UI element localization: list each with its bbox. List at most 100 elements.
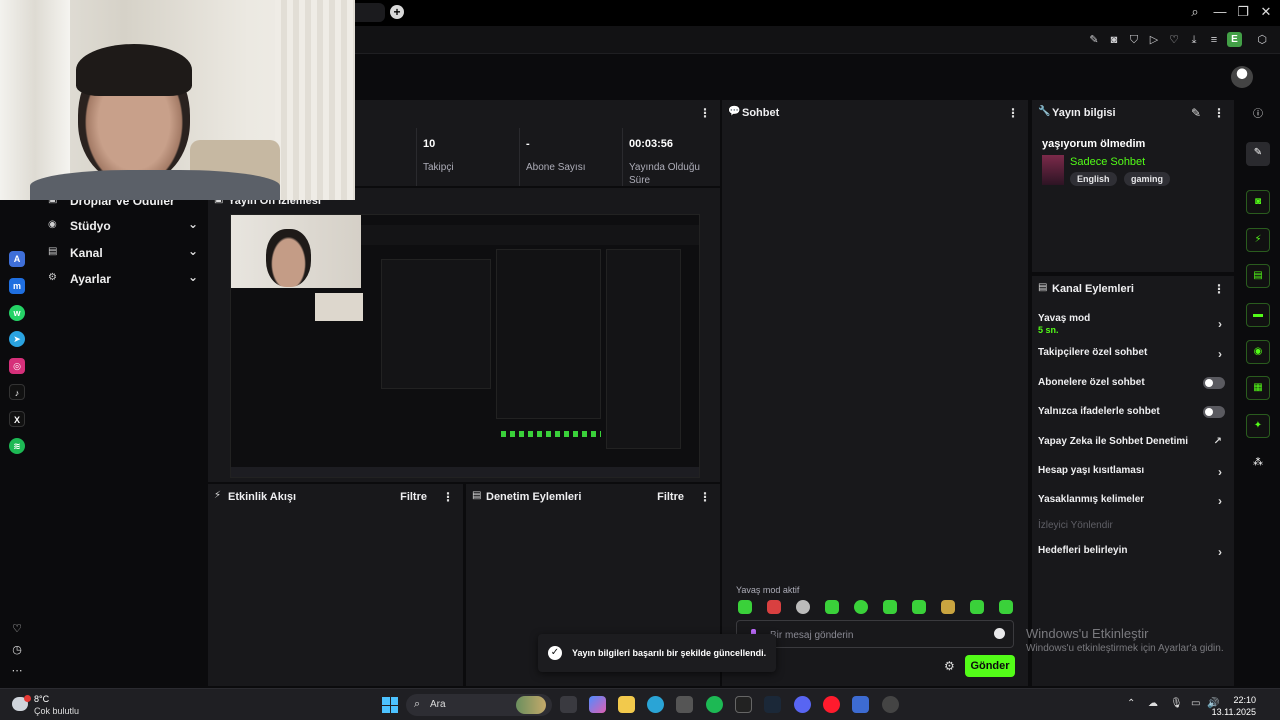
- nav-item-channel[interactable]: ▤ Kanal ⌄: [48, 244, 198, 264]
- profile-avatar[interactable]: E: [1227, 32, 1242, 47]
- app-icon[interactable]: [852, 696, 869, 713]
- subscribers-only-toggle[interactable]: [1203, 377, 1225, 389]
- nav-item-studio[interactable]: ◉ Stüdyo ⌄: [48, 217, 198, 237]
- close-button[interactable]: ✕: [1257, 4, 1275, 20]
- tiktok-icon[interactable]: ♪: [9, 384, 25, 400]
- new-tab-button[interactable]: +: [390, 5, 404, 19]
- search-icon[interactable]: ⌕: [1186, 4, 1204, 20]
- emote-icon[interactable]: [796, 600, 810, 614]
- filter-button[interactable]: Filtre: [657, 491, 684, 503]
- panel-menu-icon[interactable]: ⋮: [699, 106, 711, 120]
- chat-message-input[interactable]: Bir mesaj gönderin: [736, 620, 1014, 648]
- panel-title: Etkinlik Akışı: [228, 491, 297, 503]
- discord-icon[interactable]: [794, 696, 811, 713]
- store-icon[interactable]: [676, 696, 693, 713]
- emote-icon[interactable]: [941, 600, 955, 614]
- edit-icon[interactable]: ✎: [1086, 32, 1102, 48]
- emote-icon[interactable]: [970, 600, 984, 614]
- account-age-action[interactable]: Hesap yaşı kısıtlaması ›: [1038, 465, 1228, 479]
- messenger-icon[interactable]: m: [9, 278, 25, 294]
- edit-icon[interactable]: ✎: [1191, 106, 1201, 120]
- history-icon[interactable]: ◷: [10, 643, 24, 656]
- more-icon[interactable]: ⋯: [10, 664, 24, 677]
- taskbar-search[interactable]: ⌕ Ara: [406, 694, 552, 716]
- emotes-only-toggle[interactable]: [1203, 406, 1225, 418]
- x-icon[interactable]: X: [9, 411, 25, 427]
- stream-preview-panel: ▣ Yayın Ön İzlemesi: [208, 188, 720, 482]
- nav-item-settings[interactable]: ⚙ Ayarlar ⌄: [48, 270, 198, 290]
- obs-icon[interactable]: [882, 696, 899, 713]
- emote-icon[interactable]: [912, 600, 926, 614]
- microphone-icon[interactable]: 🎙: [1170, 698, 1183, 709]
- app-store-icon[interactable]: A: [9, 251, 25, 267]
- menu-icon[interactable]: ≡: [1206, 32, 1222, 48]
- chat-icon[interactable]: ▬: [1246, 303, 1270, 327]
- panel-menu-icon[interactable]: ⋮: [1213, 106, 1225, 120]
- ai-moderation-action[interactable]: Yapay Zeka ile Sohbet Denetimi ↗: [1038, 436, 1228, 447]
- stream-preview-video[interactable]: [230, 214, 700, 478]
- emote-icon[interactable]: [999, 600, 1013, 614]
- extensions-icon[interactable]: ⬡: [1254, 32, 1270, 48]
- followers-only-action[interactable]: Takipçilere özel sohbet ›: [1038, 347, 1228, 361]
- instagram-icon[interactable]: ◎: [9, 358, 25, 374]
- chevron-right-icon: ›: [1218, 545, 1222, 559]
- display-icon[interactable]: ▭: [1191, 698, 1200, 709]
- stream-category[interactable]: Sadece Sohbet: [1070, 156, 1145, 168]
- telegram-icon[interactable]: ➤: [9, 331, 25, 347]
- set-goals-action[interactable]: Hedefleri belirleyin ›: [1038, 545, 1228, 559]
- cloud-icon[interactable]: ☁: [1148, 698, 1158, 709]
- shield-icon[interactable]: ⛉: [1126, 32, 1142, 48]
- taskbar-clock[interactable]: 22:10 13.11.2025: [1212, 694, 1256, 718]
- weather-icon[interactable]: [12, 695, 31, 711]
- panel-title: Denetim Eylemleri: [486, 491, 582, 503]
- emote-icon[interactable]: [883, 600, 897, 614]
- broadcast-icon[interactable]: ◉: [1246, 340, 1270, 364]
- emoji-icon[interactable]: [994, 628, 1005, 639]
- emote-icon[interactable]: [825, 600, 839, 614]
- emote-icon[interactable]: [767, 600, 781, 614]
- lightning-icon[interactable]: ⚡: [1246, 228, 1270, 252]
- task-view-icon[interactable]: [560, 696, 577, 713]
- maximize-button[interactable]: ❐: [1234, 4, 1252, 20]
- filter-button[interactable]: Filtre: [400, 491, 427, 503]
- opera-gx-icon[interactable]: [823, 696, 840, 713]
- spotify-icon[interactable]: [706, 696, 723, 713]
- user-avatar[interactable]: [1231, 66, 1253, 88]
- heart-icon[interactable]: ♡: [10, 622, 24, 635]
- chat-settings-icon[interactable]: ⚙: [944, 659, 955, 673]
- document-icon[interactable]: ▤: [1246, 264, 1270, 288]
- banned-words-action[interactable]: Yasaklanmış kelimeler ›: [1038, 494, 1228, 508]
- spotify-icon[interactable]: ≋: [9, 438, 25, 454]
- panel-menu-icon[interactable]: ⋮: [442, 490, 454, 504]
- steam-icon[interactable]: [764, 696, 781, 713]
- camera-icon[interactable]: ◙: [1246, 190, 1270, 214]
- group-icon[interactable]: ⁂: [1246, 452, 1270, 476]
- epic-games-icon[interactable]: [735, 696, 752, 713]
- download-icon[interactable]: ⤓: [1186, 32, 1202, 48]
- camera-icon[interactable]: ◙: [1106, 32, 1122, 48]
- emote-icon[interactable]: [854, 600, 868, 614]
- file-explorer-icon[interactable]: [618, 696, 635, 713]
- slow-mode-action[interactable]: Yavaş mod 5 sn. ›: [1038, 313, 1228, 335]
- heart-icon[interactable]: ♡: [1166, 32, 1182, 48]
- right-tool-rail: ⓘ ✎ ◙ ⚡ ▤ ▬ ◉ ▦ ✦ ⁂: [1238, 100, 1280, 686]
- copilot-icon[interactable]: [589, 696, 606, 713]
- panel-menu-icon[interactable]: ⋮: [1007, 106, 1019, 120]
- start-button[interactable]: [382, 697, 398, 713]
- whatsapp-icon[interactable]: w: [9, 305, 25, 321]
- minimize-button[interactable]: —: [1211, 4, 1229, 19]
- edit-icon[interactable]: ✎: [1246, 142, 1270, 166]
- panel-menu-icon[interactable]: ⋮: [699, 490, 711, 504]
- emote-icon[interactable]: [738, 600, 752, 614]
- send-button[interactable]: Gönder: [965, 655, 1015, 677]
- panel-menu-icon[interactable]: ⋮: [1213, 282, 1225, 296]
- channel-icon[interactable]: ▦: [1246, 376, 1270, 400]
- windows-taskbar: 8°C Çok bulutlu ⌕ Ara ⌃ ☁ 🎙 ▭ 🔊 22:10 13…: [0, 688, 1280, 720]
- edge-icon[interactable]: [647, 696, 664, 713]
- wrench-icon[interactable]: ✦: [1246, 414, 1270, 438]
- info-icon[interactable]: ⓘ: [1246, 104, 1270, 128]
- url-input[interactable]: [355, 30, 1075, 50]
- document-icon: ▤: [472, 490, 482, 501]
- play-icon[interactable]: ▷: [1146, 32, 1162, 48]
- chevron-up-icon[interactable]: ⌃: [1127, 698, 1135, 709]
